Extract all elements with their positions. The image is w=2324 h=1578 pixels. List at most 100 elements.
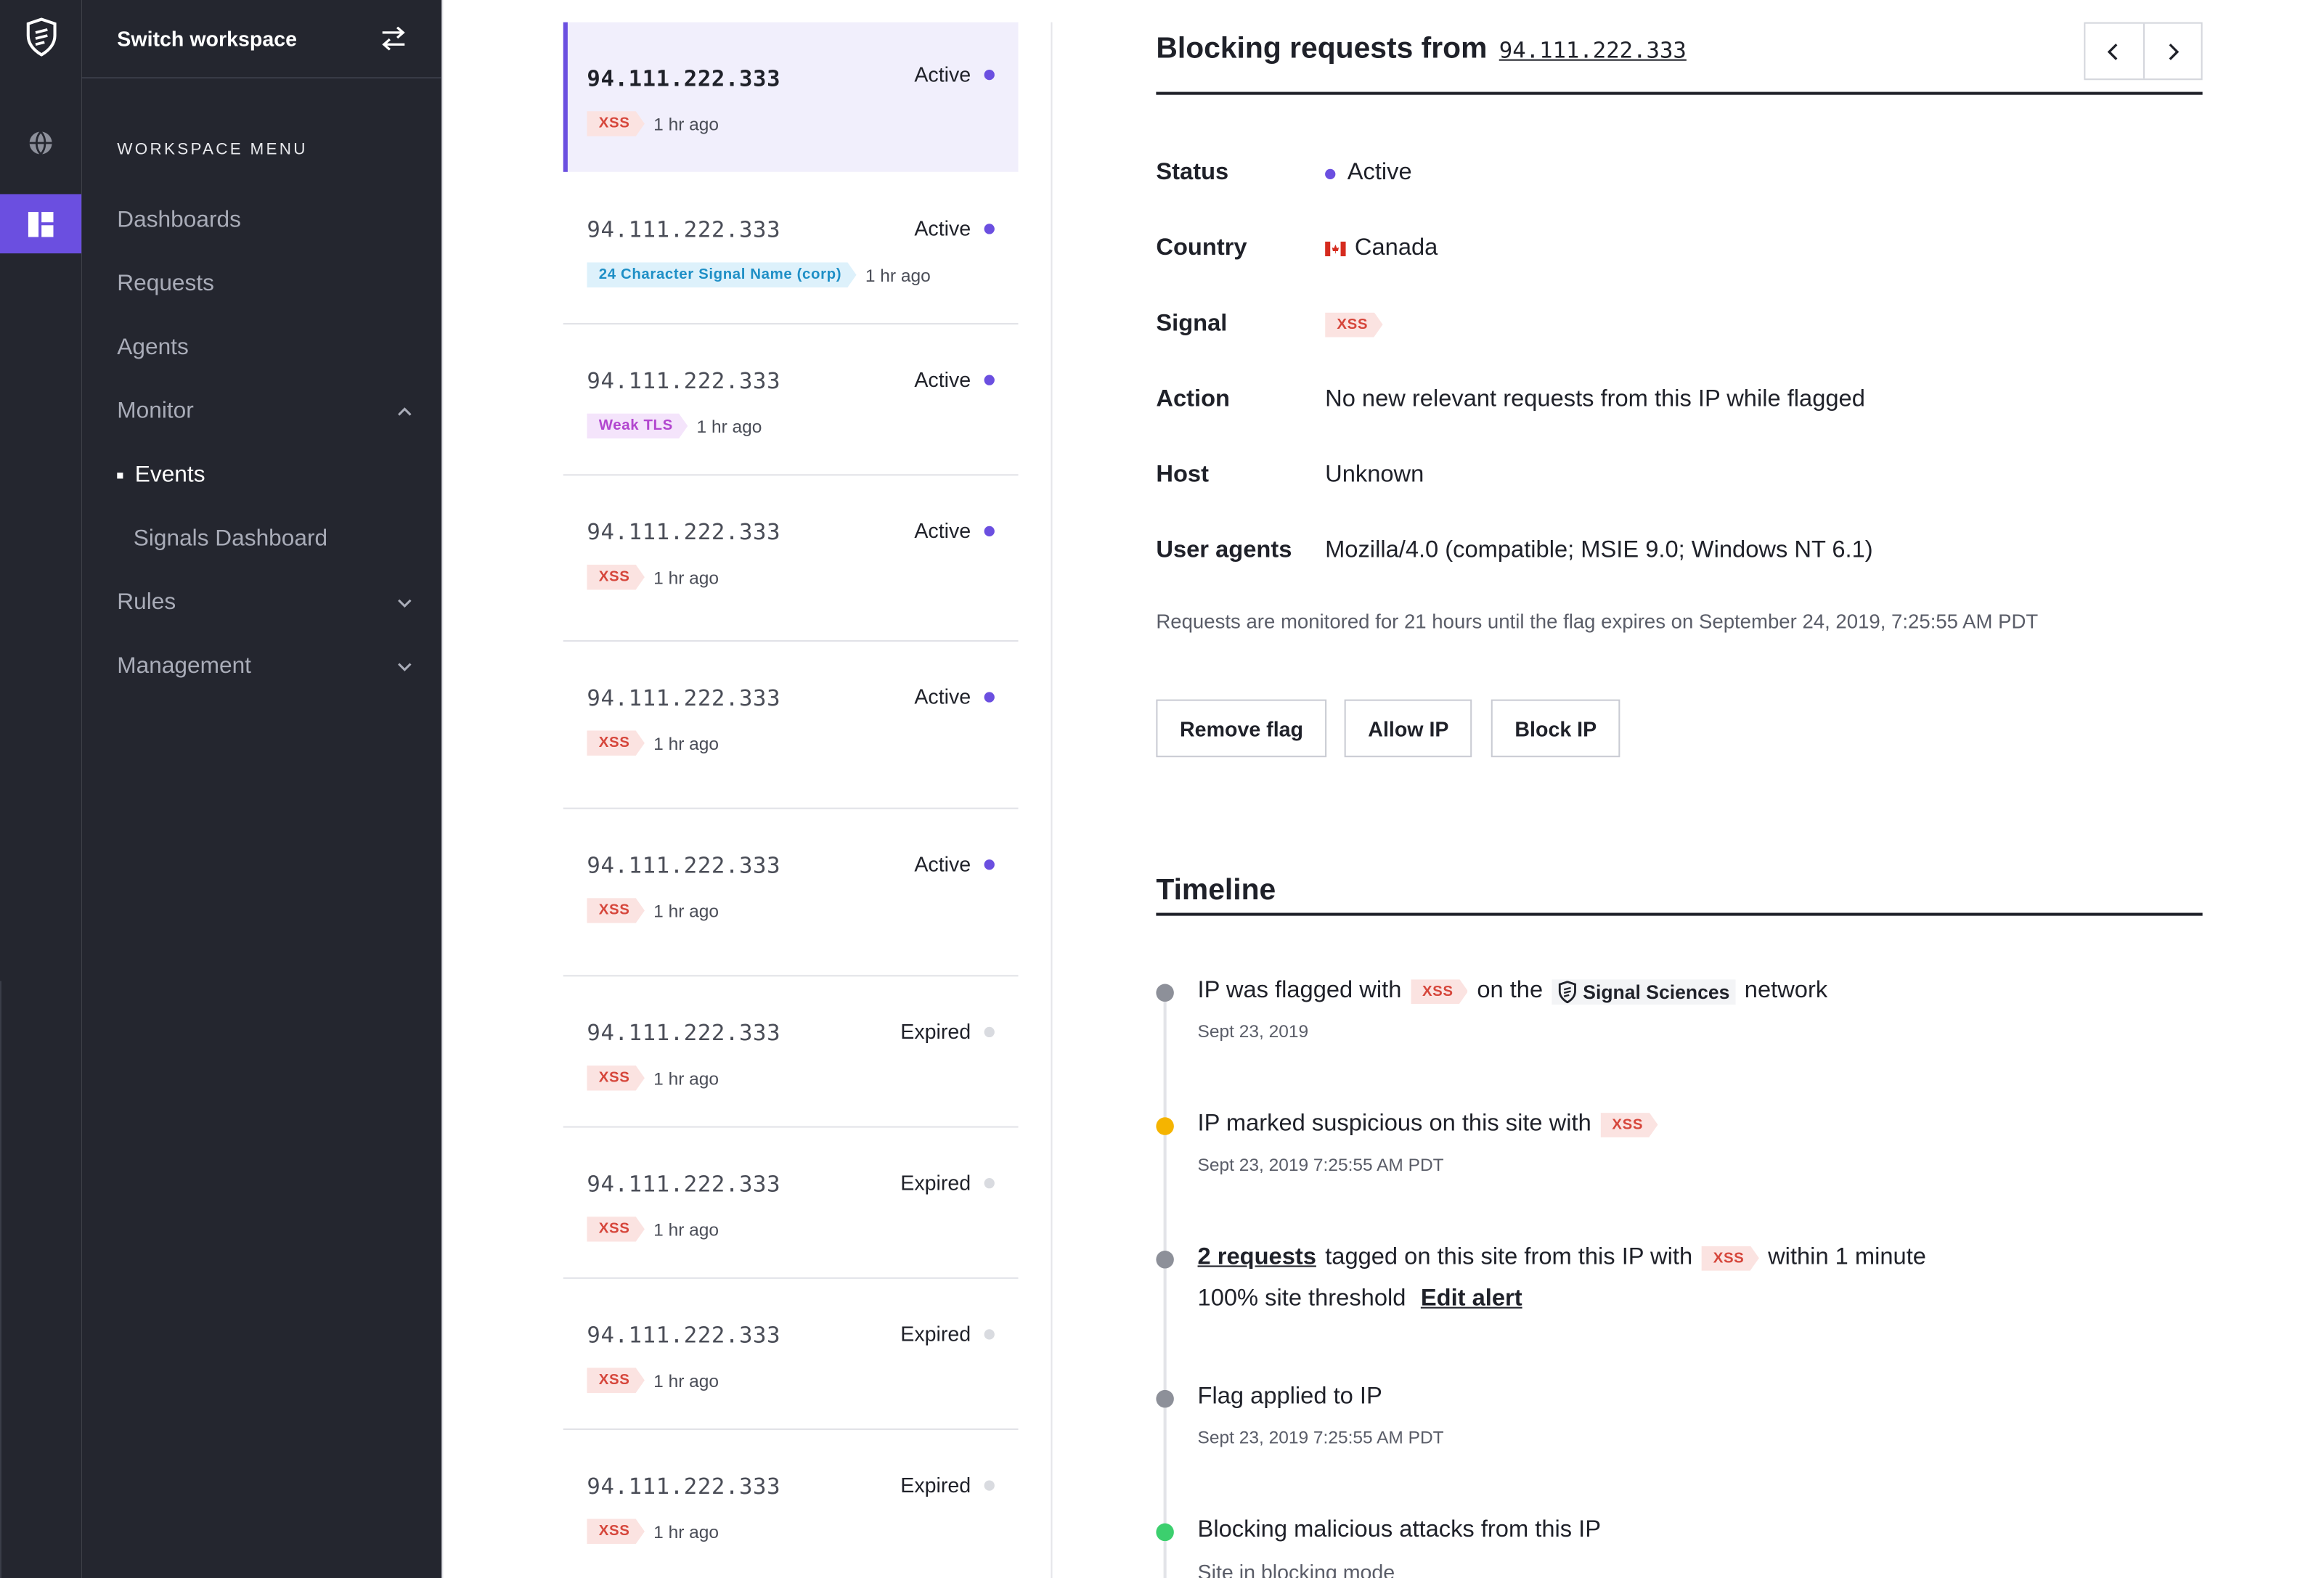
- host-row: Host Unknown: [1156, 462, 1424, 489]
- action-value: No new relevant requests from this IP wh…: [1325, 386, 1865, 412]
- next-button[interactable]: [2144, 24, 2201, 79]
- timeline-text-part: on the: [1477, 978, 1544, 1004]
- event-meta: XSS 1 hr ago: [587, 1217, 719, 1242]
- sidebar-item-label: Requests: [117, 271, 214, 297]
- signal-tag: XSS: [1411, 978, 1468, 1004]
- event-card[interactable]: 94.111.222.333 Active XSS 1 hr ago: [563, 475, 1019, 642]
- event-card[interactable]: 94.111.222.333 Active XSS 1 hr ago: [563, 809, 1019, 977]
- pager: [2084, 22, 2203, 81]
- event-time: 1 hr ago: [865, 264, 931, 285]
- signal-tag: XSS: [587, 898, 644, 923]
- sidebar-edge: [441, 0, 444, 1578]
- timeline-text-part: within 1 minute: [1768, 1244, 1926, 1270]
- event-card[interactable]: 94.111.222.333 Active Weak TLS 1 hr ago: [563, 324, 1019, 476]
- block-ip-button[interactable]: Block IP: [1491, 699, 1620, 758]
- switch-workspace-button[interactable]: Switch workspace: [81, 0, 442, 79]
- previous-button[interactable]: [2085, 23, 2145, 79]
- event-meta: XSS 1 hr ago: [587, 1519, 719, 1545]
- event-ip: 94.111.222.333: [587, 216, 781, 243]
- signal-tag: XSS: [1325, 312, 1382, 338]
- ip-link[interactable]: 94.111.222.333: [1499, 37, 1687, 64]
- timeline-text-part: tagged on this site from this IP with: [1325, 1244, 1693, 1270]
- sidebar-item-rules[interactable]: Rules: [117, 590, 413, 617]
- allow-ip-button[interactable]: Allow IP: [1344, 699, 1473, 758]
- event-meta: XSS 1 hr ago: [587, 565, 719, 590]
- requests-link[interactable]: 2 requests: [1198, 1245, 1316, 1272]
- edit-alert-link[interactable]: Edit alert: [1421, 1286, 1522, 1313]
- event-ip: 94.111.222.333: [587, 684, 781, 711]
- event-card[interactable]: 94.111.222.333 Expired XSS 1 hr ago: [563, 1128, 1019, 1279]
- signal-tag: XSS: [587, 111, 644, 136]
- event-ip: 94.111.222.333: [587, 851, 781, 879]
- page-title-text: Blocking requests from: [1156, 32, 1488, 65]
- event-meta: XSS 1 hr ago: [587, 1368, 719, 1393]
- sidebar-item-label: Events: [134, 462, 205, 488]
- page-title: Blocking requests from 94.111.222.333: [1156, 33, 1687, 67]
- event-time: 1 hr ago: [653, 1067, 719, 1089]
- sidebar-item-label: Monitor: [117, 398, 194, 424]
- sidebar-item-label: Agents: [117, 335, 189, 361]
- event-status: Active: [914, 851, 971, 876]
- user-agents-row: User agents Mozilla/4.0 (compatible; MSI…: [1156, 538, 1872, 565]
- sidebar-item-dashboards[interactable]: Dashboards: [117, 208, 413, 234]
- sidebar-item-management[interactable]: Management: [117, 653, 413, 680]
- sidebar-item-label: Rules: [117, 589, 176, 616]
- timeline-date: Sept 23, 2019: [1197, 1021, 1309, 1042]
- signal-tag: XSS: [587, 565, 644, 590]
- workspace-menu-heading: WORKSPACE MENU: [117, 140, 308, 159]
- timeline-text: Flag applied to IP: [1197, 1383, 1382, 1410]
- switch-workspace-label: Switch workspace: [117, 26, 298, 51]
- rail-divider: [0, 981, 2, 1578]
- event-card[interactable]: 94.111.222.333 Expired XSS 1 hr ago: [563, 1279, 1019, 1431]
- event-time: 1 hr ago: [653, 1521, 719, 1542]
- timeline-date: Sept 23, 2019 7:25:55 AM PDT: [1197, 1154, 1444, 1175]
- timeline-text-part: network: [1744, 978, 1828, 1004]
- signal-tag: XSS: [587, 730, 644, 756]
- event-card[interactable]: 94.111.222.333 Active 24 Character Signa…: [563, 173, 1019, 325]
- status-row: Status Active: [1156, 160, 1411, 187]
- status-dot-icon: [984, 1026, 995, 1038]
- event-card-selected[interactable]: 94.111.222.333 Active XSS 1 hr ago: [563, 22, 1019, 172]
- status-dot-icon: [984, 526, 995, 537]
- signal-tag: XSS: [587, 1519, 644, 1545]
- signal-tag: XSS: [1701, 1246, 1758, 1271]
- sidebar-item-signals-dashboard[interactable]: Signals Dashboard: [134, 526, 430, 553]
- event-ip: 94.111.222.333: [587, 1019, 781, 1047]
- brand-name: Signal Sciences: [1583, 980, 1730, 1003]
- timeline-heading: Timeline: [1156, 874, 1276, 907]
- status-dot-icon: [984, 692, 995, 703]
- logo-shield-icon[interactable]: [25, 17, 58, 57]
- event-status: Active: [914, 367, 971, 391]
- grid-icon: [28, 210, 54, 237]
- threshold-text: 100% site threshold: [1197, 1286, 1406, 1312]
- status-dot-icon: [984, 224, 995, 234]
- signal-tag: 24 Character Signal Name (corp): [587, 262, 856, 287]
- timeline-text: Blocking malicious attacks from this IP: [1197, 1517, 1602, 1543]
- event-time: 1 hr ago: [653, 113, 719, 134]
- event-card[interactable]: 94.111.222.333 Expired XSS 1 hr ago: [563, 1430, 1019, 1578]
- chevron-right-icon: [2169, 43, 2179, 60]
- action-label: Action: [1156, 386, 1230, 412]
- sidebar-item-label: Signals Dashboard: [133, 526, 328, 552]
- sidebar-item-events[interactable]: Events: [117, 462, 413, 489]
- timeline-dot-icon: [1156, 1117, 1174, 1135]
- status-dot-icon: [984, 1177, 995, 1189]
- signal-row: Signal XSS: [1156, 311, 1382, 338]
- sidebar-item-monitor[interactable]: Monitor: [117, 398, 413, 425]
- remove-flag-button[interactable]: Remove flag: [1156, 699, 1327, 758]
- active-bullet-icon: [117, 473, 123, 479]
- timeline-dot-icon: [1156, 1389, 1174, 1408]
- user-agents-label: User agents: [1156, 538, 1292, 563]
- globe-icon[interactable]: [27, 129, 55, 158]
- event-status: Expired: [900, 1170, 971, 1195]
- host-value: Unknown: [1325, 462, 1424, 488]
- chevron-left-icon: [2108, 43, 2118, 60]
- dashboard-rail-button[interactable]: [0, 194, 82, 254]
- sidebar-item-agents[interactable]: Agents: [117, 335, 413, 361]
- timeline-date: Sept 23, 2019 7:25:55 AM PDT: [1197, 1426, 1444, 1448]
- chevron-down-icon: [398, 599, 412, 608]
- event-card[interactable]: 94.111.222.333 Active XSS 1 hr ago: [563, 642, 1019, 809]
- event-status: Active: [914, 518, 971, 543]
- event-card[interactable]: 94.111.222.333 Expired XSS 1 hr ago: [563, 976, 1019, 1128]
- sidebar-item-requests[interactable]: Requests: [117, 271, 413, 298]
